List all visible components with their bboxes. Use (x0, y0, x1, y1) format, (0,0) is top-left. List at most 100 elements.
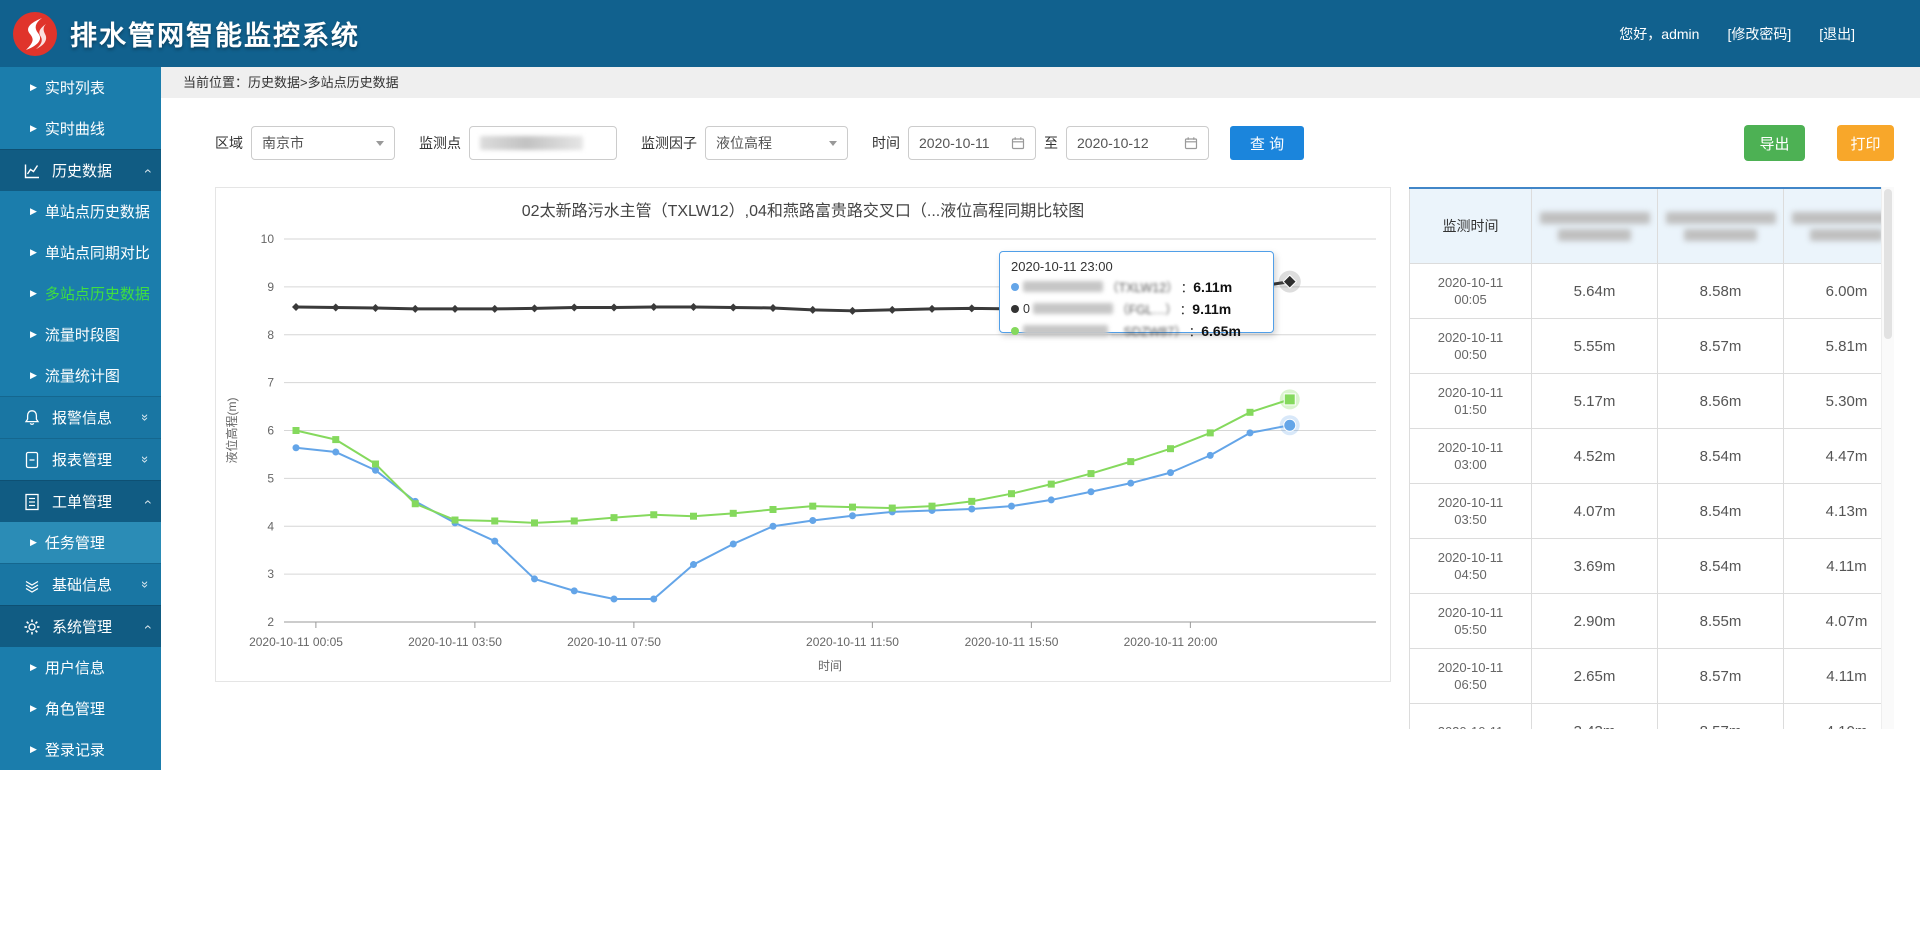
value-cell: 3.43m (1531, 703, 1658, 729)
chart-panel: 2 3 4 5 6 7 8 9 10 液位高程(m) 2020-10-11 00:05 2020-10… (215, 187, 1391, 682)
logout-link[interactable]: [退出] (1819, 24, 1855, 44)
value-cell: 5.30m (1783, 373, 1894, 429)
report-icon (25, 451, 39, 468)
series-dot-icon (1011, 282, 1019, 291)
redacted-text (1539, 211, 1650, 224)
sidebar-item[interactable]: ▶ 登录记录 (0, 729, 161, 770)
value-cell: 4.11m (1783, 538, 1894, 594)
tooltip-separator: ： (1188, 325, 1202, 339)
redacted-station-column-header (1657, 187, 1784, 264)
redacted-series-name (1023, 325, 1108, 336)
breadcrumb: 当前位置：历史数据>多站点历史数据 (161, 67, 1920, 98)
table-row: 2020-10-11 00:05 5.64m 8.58m 6.00m (1409, 263, 1894, 319)
monitor-time-cell: 2020-10-11 03:00 (1409, 428, 1532, 484)
redacted-text (1791, 211, 1894, 224)
chevron-up-icon: › (138, 168, 155, 173)
data-table-wrap: 监测时间 2020-10-11 00:05 5.64m 8.58m 6.00m 2020-… (1409, 187, 1894, 729)
sidebar-item[interactable]: ▶ 角色管理 (0, 688, 161, 729)
value-cell: 2.65m (1531, 648, 1658, 704)
date-to-value: 2020-10-12 (1077, 135, 1149, 151)
bell-icon (24, 409, 40, 425)
station-label: 监测点 (419, 135, 461, 151)
app-logo-icon (13, 11, 57, 56)
sidebar-item[interactable]: ▶ 实时曲线 (0, 108, 161, 149)
value-cell: 4.07m (1531, 483, 1658, 539)
sidebar-item[interactable]: 报表管理 » (0, 438, 161, 480)
sidebar-item[interactable]: 报警信息 » (0, 396, 161, 438)
value-cell: 2.90m (1531, 593, 1658, 649)
sidebar-item-label: 实时曲线 (44, 121, 105, 138)
sidebar-item[interactable]: ▶ 多站点历史数据 (0, 273, 161, 314)
sidebar-item-label: 工单管理 (52, 494, 113, 511)
monitor-time-cell: 2020-10-11 01:50 (1409, 373, 1532, 429)
monitor-time-cell: 2020-10-11 00:50 (1409, 318, 1532, 374)
triangle-icon: ▶ (30, 123, 37, 133)
value-cell: 5.55m (1531, 318, 1658, 374)
factor-select[interactable]: 液位高程 (705, 126, 848, 160)
redacted-station-value (480, 136, 584, 150)
main-area: 当前位置：历史数据>多站点历史数据 区域 南京市 监测点 监测因子 液位高程 时… (161, 67, 1920, 928)
value-cell: 8.57m (1657, 318, 1784, 374)
region-select[interactable]: 南京市 (251, 126, 395, 160)
monitor-time-cell: 2020-10-11 05:50 (1409, 593, 1532, 649)
app-header: 排水管网智能监控系统 您好，admin [修改密码] [退出] (0, 0, 1920, 67)
redacted-station-column-header (1531, 187, 1658, 264)
sidebar-item[interactable]: ▶ 单站点历史数据 (0, 191, 161, 232)
sidebar-item[interactable]: 工单管理 › (0, 480, 161, 522)
value-cell: 4.47m (1783, 428, 1894, 484)
sidebar-item-label: 任务管理 (44, 535, 105, 552)
sidebar-item-label: 角色管理 (44, 701, 105, 718)
tooltip-time: 2020-10-11 23:00 (1011, 259, 1113, 274)
sidebar-item[interactable]: ▶ 流量时段图 (0, 314, 161, 355)
sidebar-item[interactable]: 历史数据 › (0, 149, 161, 191)
sidebar-item[interactable]: 系统管理 › (0, 605, 161, 647)
sidebar-item[interactable]: ▶ 实时列表 (0, 67, 161, 108)
monitor-time-cell: 2020-10-11 (1409, 703, 1532, 729)
value-cell: 4.10m (1783, 703, 1894, 729)
sidebar-item[interactable]: ▶ 流量统计图 (0, 355, 161, 396)
app-title: 排水管网智能监控系统 (70, 21, 360, 51)
tooltip-series-row: （TXLW12）： 6.11m (1011, 277, 1262, 296)
triangle-icon: ▶ (30, 288, 37, 298)
query-button[interactable]: 查 询 (1230, 126, 1304, 160)
tooltip-label-fragment: （TXLW12） (1106, 281, 1179, 295)
date-from-input[interactable]: 2020-10-11 (908, 126, 1036, 160)
print-button[interactable]: 打印 (1837, 125, 1894, 161)
factor-filter-group: 监测因子 液位高程 (641, 126, 848, 160)
svg-text:5: 5 (267, 471, 274, 485)
time-filter-group: 时间 2020-10-11 至 2020-10-12 (872, 126, 1209, 160)
value-cell: 8.57m (1657, 648, 1784, 704)
value-cell: 8.54m (1657, 428, 1784, 484)
tooltip-value: 6.65m (1201, 322, 1241, 339)
sidebar-item-label: 登录记录 (44, 742, 105, 759)
change-password-link[interactable]: [修改密码] (1727, 24, 1791, 44)
export-button[interactable]: 导出 (1744, 125, 1805, 161)
sidebar-item-label: 历史数据 (52, 163, 113, 180)
chart-title: 02太新路污水主管（TXLW12）,04和燕路富贵路交叉口（...液位高程同期比… (521, 203, 1085, 220)
table-scrollbar[interactable] (1881, 187, 1894, 729)
sidebar-item[interactable]: 基础信息 » (0, 563, 161, 605)
redacted-text (1684, 228, 1757, 241)
sidebar-item-label: 流量时段图 (44, 327, 120, 344)
station-input[interactable] (469, 126, 617, 160)
action-buttons: 导出 打印 (1744, 125, 1894, 161)
scrollbar-thumb[interactable] (1884, 189, 1892, 339)
svg-text:2020-10-11 07:50: 2020-10-11 07:50 (567, 635, 661, 649)
sidebar-item[interactable]: ▶ 用户信息 (0, 647, 161, 688)
svg-text:4: 4 (267, 519, 274, 533)
date-to-input[interactable]: 2020-10-12 (1066, 126, 1209, 160)
triangle-icon: ▶ (30, 370, 37, 380)
svg-text:2: 2 (267, 615, 274, 629)
svg-text:8: 8 (267, 328, 274, 342)
chevron-down-icon (376, 140, 384, 146)
series-dot-icon (1011, 304, 1019, 313)
station-filter-group: 监测点 (419, 126, 617, 160)
table-row: 2020-10-11 00:50 5.55m 8.57m 5.81m (1409, 318, 1894, 374)
chart-icon (24, 164, 39, 178)
svg-text:9: 9 (267, 280, 274, 294)
triangle-icon: ▶ (30, 82, 37, 92)
triangle-icon: ▶ (30, 537, 37, 547)
value-cell: 4.52m (1531, 428, 1658, 484)
sidebar-item[interactable]: ▶ 任务管理 (0, 522, 161, 563)
sidebar-item[interactable]: ▶ 单站点同期对比 (0, 232, 161, 273)
